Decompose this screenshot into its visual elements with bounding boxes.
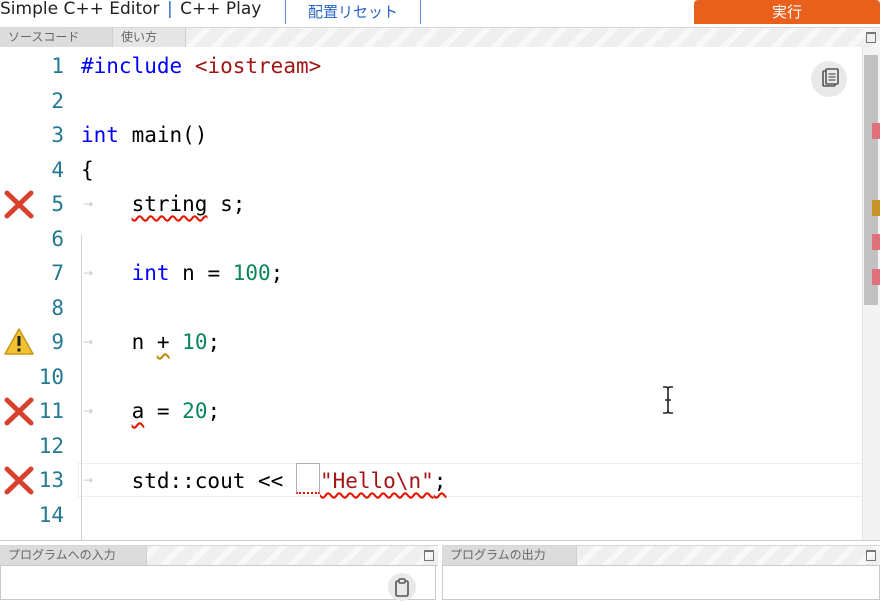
code-line[interactable]: 4{ bbox=[0, 153, 862, 187]
code-token: s; bbox=[207, 192, 246, 216]
code-token: std::cout << bbox=[81, 469, 296, 493]
tab-program-output[interactable]: プログラムの出力 bbox=[442, 546, 577, 565]
code-token: 100 bbox=[232, 261, 271, 285]
maximize-icon[interactable] bbox=[866, 550, 876, 561]
editor-pane-tabs: ソースコード 使い方 bbox=[0, 27, 880, 48]
code-text: string s; bbox=[81, 187, 246, 221]
line-number: 11 bbox=[38, 399, 64, 423]
code-token: n = bbox=[169, 261, 233, 285]
program-output-field bbox=[442, 565, 880, 600]
code-token: string bbox=[131, 192, 208, 216]
line-number: 10 bbox=[38, 364, 64, 389]
copy-code-button[interactable] bbox=[811, 61, 847, 97]
code-line[interactable]: 14 bbox=[0, 498, 862, 532]
line-number: 7 bbox=[51, 261, 64, 285]
code-text: a = 20; bbox=[81, 394, 221, 428]
code-line[interactable]: 2 bbox=[0, 84, 862, 118]
code-token: main() bbox=[118, 123, 208, 147]
code-token: ; bbox=[207, 399, 221, 423]
app-title-sub: C++ Play bbox=[180, 0, 262, 19]
maximize-icon[interactable] bbox=[424, 550, 434, 561]
code-text: n + 10; bbox=[81, 325, 221, 359]
overview-error-mark[interactable] bbox=[872, 269, 880, 285]
code-token: "Hello\n" bbox=[319, 469, 434, 493]
code-token: + bbox=[156, 330, 170, 354]
line-number: 4 bbox=[51, 157, 64, 182]
code-line[interactable]: 11 → a = 20; bbox=[0, 394, 862, 428]
input-pane-tabs: プログラムへの入力 bbox=[0, 545, 438, 566]
overview-warning-mark[interactable] bbox=[872, 200, 880, 216]
code-token: int bbox=[131, 261, 170, 285]
maximize-icon[interactable] bbox=[866, 32, 876, 43]
code-token: { bbox=[81, 157, 94, 182]
app-title: Simple C++ Editor | C++ Play bbox=[0, 0, 261, 19]
clipboard-icon bbox=[395, 578, 409, 597]
code-line[interactable]: 9 → n + 10; bbox=[0, 325, 862, 359]
code-line[interactable]: 12 bbox=[0, 429, 862, 463]
code-text: { bbox=[81, 153, 94, 187]
title-separator: | bbox=[166, 0, 173, 19]
code-line[interactable]: 6 bbox=[0, 222, 862, 256]
code-text: std::cout << "Hello\n"; bbox=[81, 463, 446, 498]
overview-error-mark[interactable] bbox=[872, 123, 880, 139]
code-token: ; bbox=[433, 469, 447, 493]
code-token: ; bbox=[270, 261, 284, 285]
run-button[interactable]: 実行 bbox=[694, 0, 880, 24]
line-number: 6 bbox=[51, 226, 64, 251]
line-number: 1 bbox=[51, 54, 64, 78]
overview-error-mark[interactable] bbox=[872, 234, 880, 250]
code-token: ; bbox=[207, 330, 221, 354]
code-line[interactable]: 13 → std::cout << "Hello\n"; bbox=[0, 463, 862, 497]
line-number: 2 bbox=[51, 88, 64, 113]
output-pane-tabs: プログラムの出力 bbox=[442, 545, 880, 566]
code-token: n bbox=[81, 330, 157, 354]
scrollbar-thumb[interactable] bbox=[864, 55, 878, 305]
code-token: #include bbox=[81, 54, 183, 78]
code-text: int n = 100; bbox=[81, 256, 284, 290]
code-line[interactable]: 8 bbox=[0, 291, 862, 325]
code-line[interactable]: 7 → int n = 100; bbox=[0, 256, 862, 290]
line-number: 8 bbox=[51, 295, 64, 320]
tab-usage[interactable]: 使い方 bbox=[113, 28, 186, 47]
line-number: 3 bbox=[51, 123, 64, 147]
app-title-main: Simple C++ Editor bbox=[0, 0, 160, 19]
line-number: 12 bbox=[38, 433, 64, 458]
ibeam-cursor-icon bbox=[663, 386, 673, 414]
program-input-field[interactable] bbox=[0, 565, 436, 600]
line-number: 13 bbox=[38, 468, 64, 492]
clipboard-icon bbox=[822, 68, 839, 87]
code-token: int bbox=[81, 123, 119, 147]
code-token: = bbox=[144, 399, 183, 423]
line-number: 9 bbox=[51, 330, 64, 354]
app-header: Simple C++ Editor | C++ Play 配置リセット 実行 bbox=[0, 0, 880, 26]
text-cursor-box bbox=[295, 463, 320, 494]
output-pane bbox=[442, 565, 880, 600]
paste-input-button[interactable] bbox=[388, 573, 416, 601]
tab-source-code[interactable]: ソースコード bbox=[0, 28, 113, 47]
code-text: int main() bbox=[81, 118, 207, 152]
code-line[interactable]: 10 bbox=[0, 360, 862, 394]
code-token: <iostream> bbox=[194, 54, 322, 78]
input-pane bbox=[0, 565, 438, 601]
code-token: a bbox=[131, 399, 145, 423]
code-line[interactable]: 5 → string s; bbox=[0, 187, 862, 221]
code-line[interactable]: 1 #include <iostream> bbox=[0, 49, 862, 83]
code-line[interactable]: 3 int main() bbox=[0, 118, 862, 152]
code-editor[interactable]: 1 #include <iostream> 2 3 int main() 4{5 → str… bbox=[0, 47, 880, 541]
line-number: 5 bbox=[51, 192, 64, 216]
line-number: 14 bbox=[38, 502, 64, 527]
tab-program-input[interactable]: プログラムへの入力 bbox=[0, 546, 147, 565]
code-token: 10 bbox=[182, 330, 208, 354]
code-text: #include <iostream> bbox=[81, 49, 321, 83]
code-token: 20 bbox=[182, 399, 208, 423]
reset-layout-button[interactable]: 配置リセット bbox=[285, 0, 421, 24]
